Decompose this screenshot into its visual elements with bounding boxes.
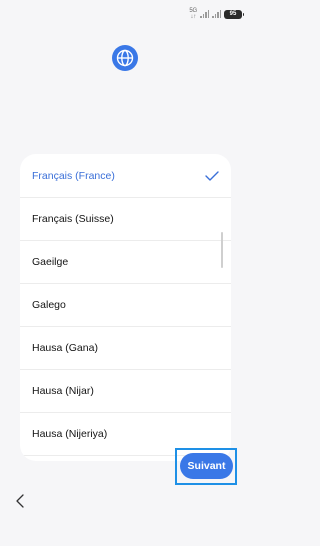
language-item-label: Hausa (Nijar)	[32, 385, 94, 397]
language-item-francais-france[interactable]: Français (France)	[20, 154, 231, 198]
language-item-francais-suisse[interactable]: Français (Suisse)	[20, 198, 231, 241]
language-item-gaeilge[interactable]: Gaeilge	[20, 241, 231, 284]
language-item-label: Galego	[32, 299, 66, 311]
language-item-label: Français (France)	[32, 169, 115, 182]
language-list: Français (France) Français (Suisse) Gaei…	[20, 154, 231, 456]
battery-icon: 95	[224, 9, 244, 19]
network-activity: ↓↑	[190, 14, 196, 20]
language-item-hausa-gana[interactable]: Hausa (Gana)	[20, 327, 231, 370]
language-item-label: Gaeilge	[32, 256, 69, 268]
language-item-galego[interactable]: Galego	[20, 284, 231, 327]
status-bar: 5G ↓↑ 95	[189, 8, 244, 20]
chevron-left-icon[interactable]	[14, 493, 28, 509]
network-indicator: 5G ↓↑	[189, 8, 197, 20]
language-item-label: Français (Suisse)	[32, 213, 114, 225]
language-item-hausa-nijar[interactable]: Hausa (Nijar)	[20, 370, 231, 413]
check-icon	[205, 170, 219, 181]
globe-icon	[112, 45, 138, 71]
signal-icon-2	[212, 10, 221, 18]
language-item-label: Hausa (Gana)	[32, 342, 98, 354]
language-list-panel[interactable]: Français (France) Français (Suisse) Gaei…	[20, 154, 231, 461]
language-item-label: Hausa (Nijeriya)	[32, 428, 108, 440]
signal-icon	[200, 10, 209, 18]
scrollbar[interactable]	[221, 232, 223, 268]
next-button[interactable]: Suivant	[180, 453, 233, 479]
